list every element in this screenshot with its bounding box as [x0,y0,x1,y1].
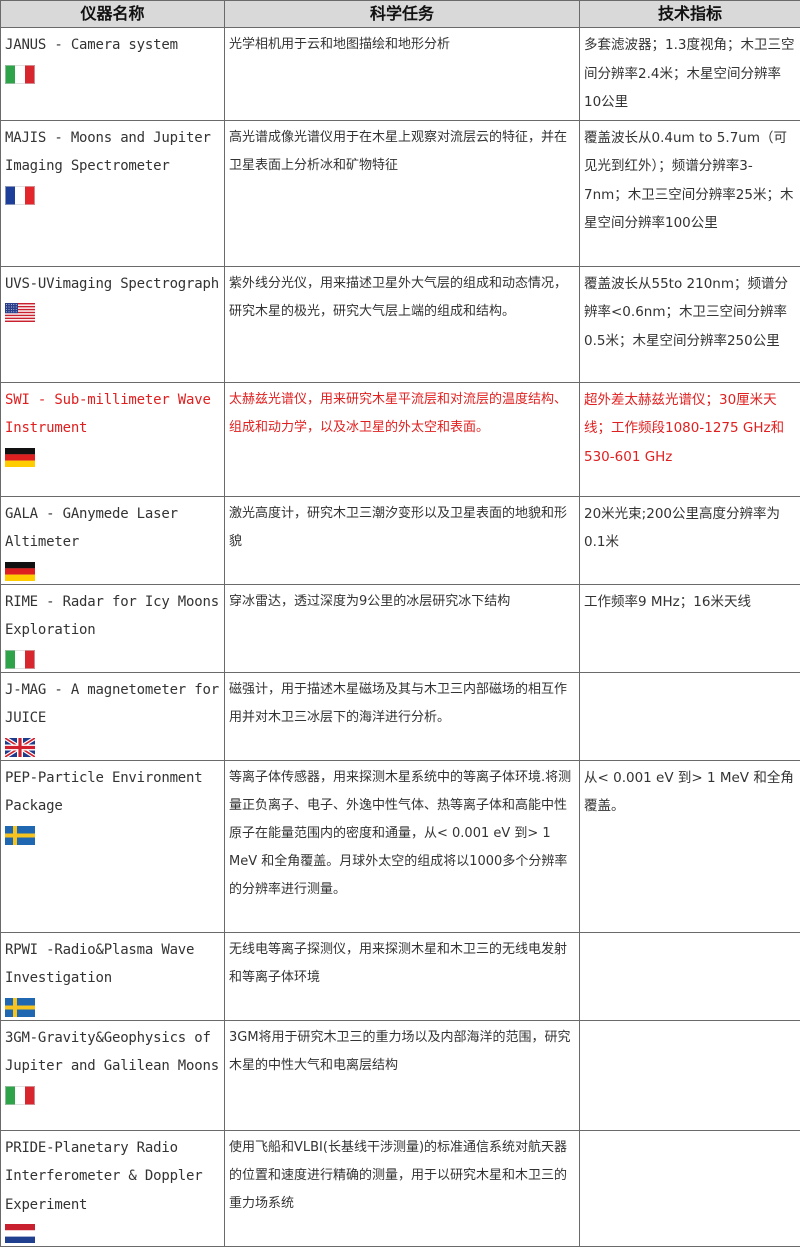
instrument-name-cell: RIME - Radar for Icy Moons Exploration [0,583,225,673]
instrument-name: JANUS - Camera system [5,37,178,53]
science-task-cell: 磁强计，用于描述木星磁场及其与木卫三内部磁场的相互作用并对木卫三冰层下的海洋进行… [224,671,580,761]
science-task-cell: 等离子体传感器，用来探测木星系统中的等离子体环境.将测量正负离子、电子、外逸中性… [224,759,580,933]
instrument-table: 仪器名称 科学任务 技术指标 JANUS - Camera system 光学相机… [0,0,800,1247]
science-task-cell: 使用飞船和VLBI(长基线干涉测量)的标准通信系统对航天器的位置和速度进行精确的… [224,1129,580,1247]
header-row: 仪器名称 科学任务 技术指标 [0,0,800,28]
uk-flag-icon [5,737,35,757]
instrument-name-cell: PEP-Particle Environment Package [0,759,225,933]
table-row: UVS-UVimaging Spectrograph 紫外线分光仪，用来描述卫星外… [0,265,800,383]
table-row: RIME - Radar for Icy Moons Exploration 穿冰… [0,583,800,673]
instrument-name: J-MAG - A magnetometer for JUICE [5,681,219,727]
instrument-name-cell: UVS-UVimaging Spectrograph [0,265,225,383]
instrument-name-cell: MAJIS - Moons and Jupiter Imaging Spectr… [0,119,225,267]
usa-flag-icon [5,303,35,322]
technical-spec-cell: 覆盖波长从55to 210nm；频谱分辨率<0.6nm；木卫三空间分辨率0.5米… [579,265,800,383]
technical-spec-cell: 20米光束;200公里高度分辨率为0.1米 [579,495,800,585]
header-science-task: 科学任务 [224,0,580,28]
technical-spec-cell: 多套滤波器；1.3度视角；木卫三空间分辨率2.4米；木星空间分辨率10公里 [579,27,800,121]
sweden-flag-icon [5,825,35,845]
technical-spec-cell [579,931,800,1021]
instrument-name-cell: GALA - GAnymede Laser Altimeter [0,495,225,585]
instrument-name: RPWI -Radio&Plasma Wave Investigation [5,941,195,987]
instrument-name-cell: SWI - Sub-millimeter Wave Instrument [0,381,225,497]
france-flag-icon [5,185,35,205]
science-task-cell: 穿冰雷达，透过深度为9公里的冰层研究冰下结构 [224,583,580,673]
table-row: J-MAG - A magnetometer for JUICE 磁强计，用于描述… [0,671,800,761]
header-instrument-name: 仪器名称 [0,0,225,28]
germany-flag-icon [5,447,35,467]
table-row: SWI - Sub-millimeter Wave Instrument 太赫兹光… [0,381,800,497]
science-task-cell: 高光谱成像光谱仪用于在木星上观察对流层云的特征，并在卫星表面上分析冰和矿物特征 [224,119,580,267]
instrument-name: UVS-UVimaging Spectrograph [5,275,219,292]
science-task-cell: 3GM将用于研究木卫三的重力场以及内部海洋的范围，研究木星的中性大气和电离层结构 [224,1019,580,1131]
science-task-cell: 无线电等离子探测仪，用来探测木星和木卫三的无线电发射和等离子体环境 [224,931,580,1021]
instrument-name: SWI - Sub-millimeter Wave Instrument [5,391,211,437]
instrument-name: GALA - GAnymede Laser Altimeter [5,505,178,551]
technical-spec-cell [579,1129,800,1247]
instrument-name: 3GM-Gravity&Geophysics of Jupiter and Ga… [5,1029,219,1075]
instrument-name: PEP-Particle Environment Package [5,769,203,815]
science-task-cell: 激光高度计，研究木卫三潮汐变形以及卫星表面的地貌和形貌 [224,495,580,585]
italy-flag-icon [5,64,35,84]
instrument-name-cell: JANUS - Camera system [0,27,225,121]
technical-spec-cell: 覆盖波长从0.4um to 5.7um（可见光到红外）；频谱分辨率3-7nm；木… [579,119,800,267]
instrument-name: PRIDE-Planetary Radio Interferometer & D… [5,1139,203,1213]
italy-flag-icon [5,649,35,669]
instrument-name-cell: 3GM-Gravity&Geophysics of Jupiter and Ga… [0,1019,225,1131]
science-task-cell: 太赫兹光谱仪，用来研究木星平流层和对流层的温度结构、组成和动力学，以及冰卫星的外… [224,381,580,497]
table-row: GALA - GAnymede Laser Altimeter 激光高度计，研究木… [0,495,800,585]
germany-flag-icon [5,561,35,581]
technical-spec-cell [579,671,800,761]
table-row: JANUS - Camera system 光学相机用于云和地图描绘和地形分析 多套… [0,27,800,121]
italy-flag-icon [5,1085,35,1105]
instrument-name-cell: PRIDE-Planetary Radio Interferometer & D… [0,1129,225,1247]
table-row: PRIDE-Planetary Radio Interferometer & D… [0,1129,800,1247]
science-task-cell: 光学相机用于云和地图描绘和地形分析 [224,27,580,121]
instrument-name-cell: RPWI -Radio&Plasma Wave Investigation [0,931,225,1021]
instrument-name: MAJIS - Moons and Jupiter Imaging Spectr… [5,129,211,175]
table-row: RPWI -Radio&Plasma Wave Investigation 无线电… [0,931,800,1021]
technical-spec-cell: 从< 0.001 eV 到> 1 MeV 和全角覆盖。 [579,759,800,933]
table-row: MAJIS - Moons and Jupiter Imaging Spectr… [0,119,800,267]
table-row: 3GM-Gravity&Geophysics of Jupiter and Ga… [0,1019,800,1131]
sweden-flag-icon [5,997,35,1017]
technical-spec-cell [579,1019,800,1131]
netherlands-flag-icon [5,1224,35,1243]
instrument-name: RIME - Radar for Icy Moons Exploration [5,593,219,639]
table-row: PEP-Particle Environment Package 等离子体传感器，… [0,759,800,933]
technical-spec-cell: 超外差太赫兹光谱仪；30厘米天线；工作频段1080-1275 GHz和530-6… [579,381,800,497]
instrument-name-cell: J-MAG - A magnetometer for JUICE [0,671,225,761]
science-task-cell: 紫外线分光仪，用来描述卫星外大气层的组成和动态情况，研究木星的极光，研究大气层上… [224,265,580,383]
header-technical-spec: 技术指标 [579,0,800,28]
technical-spec-cell: 工作频率9 MHz；16米天线 [579,583,800,673]
